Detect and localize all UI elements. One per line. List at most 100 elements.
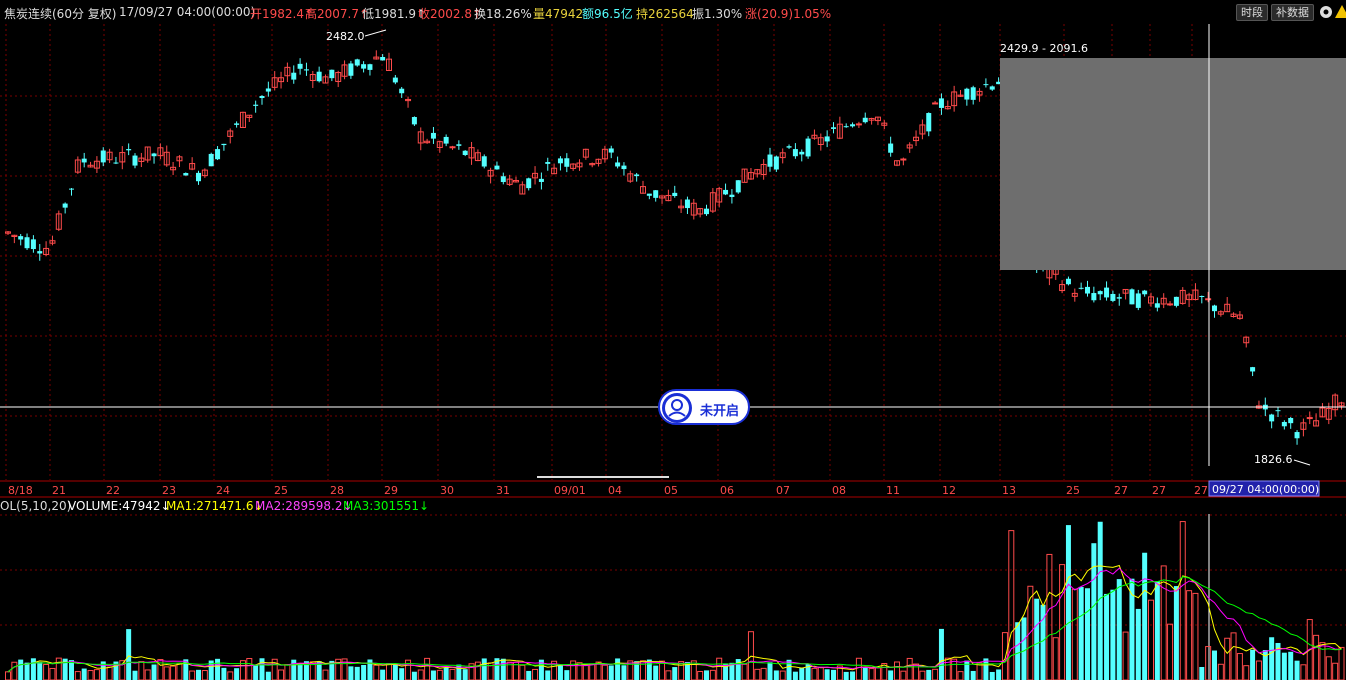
volume-bar-down (1154, 581, 1160, 680)
volume-bar-up (1046, 553, 1053, 680)
volume-bar-up (659, 660, 666, 680)
volume-bar-up (627, 660, 634, 680)
x-axis-tick-label: 25 (1066, 484, 1080, 497)
candle-body-down (1116, 297, 1122, 299)
volume-bar-up (11, 661, 18, 680)
candle-body-down (1135, 293, 1141, 308)
candle-body-down (81, 158, 87, 163)
candle-body-down (1142, 290, 1148, 295)
volume-bar-down (888, 670, 894, 680)
candle-body-down (1281, 421, 1287, 427)
candle-body-down (30, 239, 36, 250)
volume-bar-up (55, 657, 62, 680)
volume-current: VOLUME:47942↓ (68, 499, 171, 513)
candle-body-down (183, 173, 189, 176)
volume-bar-up (1332, 662, 1339, 680)
candle-body-down (1250, 367, 1256, 372)
volume-bar-down (621, 665, 627, 680)
volume-bar-down (792, 671, 798, 680)
candle-body-down (1212, 305, 1217, 312)
open-interest-value: 持262564 (636, 7, 694, 21)
volume-bar-down (462, 669, 468, 680)
volume-bar-up (1179, 521, 1186, 680)
quote-info-bar: 焦炭连续(60分 复权) 17/09/27 04:00(00:00) 开1982… (0, 0, 1346, 24)
volume-bar-up (246, 658, 253, 680)
candle-body-down (888, 143, 894, 153)
chart-canvas[interactable]: 8/18 21 22 23 24 25 28 29 30 31 09/01 04 05 06 07 08 11 1… (0, 0, 1346, 680)
candle-body-down (767, 154, 773, 167)
volume-bar-up (665, 670, 672, 680)
timeshare-button[interactable]: 时段 (1236, 4, 1268, 21)
volume-bar-down (1104, 593, 1110, 680)
candle-body-down (208, 153, 214, 167)
volume-bar-up (424, 657, 431, 680)
volume-bar-down (132, 670, 138, 680)
candle-body-down (62, 203, 68, 208)
volume-bar-up (43, 663, 50, 680)
low-value: 低1981.9↑ (362, 7, 427, 21)
volume-bar-up (1217, 663, 1224, 680)
volume-bar-up (811, 667, 818, 680)
candle-body-up (900, 158, 907, 161)
volume-bar-up (951, 658, 958, 680)
candle-body-down (259, 95, 265, 99)
volume-bar-down (1142, 552, 1148, 680)
volume-bar-down (354, 666, 360, 680)
volume-bar-down (672, 667, 678, 680)
candle-body-down (126, 149, 132, 151)
volume-bar-up (754, 668, 761, 680)
candle-body-down (831, 127, 836, 129)
volume-bar-down (564, 670, 570, 680)
warning-icon[interactable] (1334, 4, 1346, 20)
candle-body-down (303, 69, 309, 71)
candle-body-down (970, 87, 976, 100)
volume-bar-down (1078, 586, 1084, 680)
change-value: 涨(20.9)1.05% (745, 7, 832, 21)
high-marker: 2482.0 (326, 30, 365, 43)
volume-bar-down (1288, 651, 1294, 680)
volume-bar-down (1110, 589, 1116, 680)
amplitude-value: 振1.30% (692, 7, 743, 21)
candle-body-down (494, 165, 500, 170)
x-axis-tick-label: 13 (1002, 484, 1016, 497)
ma3-value: MA3:301551↓ (343, 499, 430, 513)
candle-body-down (704, 208, 709, 215)
candle-body-down (824, 136, 830, 142)
volume-bar-up (1243, 665, 1250, 680)
volume-bar-up (138, 661, 145, 680)
volume-bar-down (24, 662, 30, 680)
fill-data-button[interactable]: 补数据 (1271, 4, 1314, 21)
volume-bar-down (30, 658, 36, 680)
candle-body-down (411, 117, 417, 125)
volume-bar-down (767, 662, 773, 680)
volume-bar-up (1325, 656, 1332, 680)
volume-bar-down (1199, 667, 1205, 680)
not-enabled-badge[interactable]: 未开启 (658, 389, 750, 425)
volume-bar-up (919, 670, 926, 680)
candle-body-down (608, 148, 614, 153)
instrument-title: 焦炭连续(60分 复权) (4, 7, 117, 21)
x-axis-tick-label: 27 (1114, 484, 1128, 497)
candle-body-down (926, 113, 932, 132)
x-axis-tick-label: 25 (274, 484, 288, 497)
volume-bar-up (1148, 599, 1154, 680)
candle-body-down (1275, 410, 1281, 412)
candle-body-down (938, 98, 944, 108)
candle-body-up (1167, 303, 1174, 306)
volume-bar-up (1236, 653, 1243, 680)
candle-body-down (1078, 287, 1084, 289)
candle-body-down (805, 138, 811, 157)
volume-bar-up (1192, 592, 1199, 680)
volume-bar-up (906, 657, 913, 680)
volume-bar-down (1135, 608, 1141, 680)
candle-body-down (151, 153, 157, 157)
volume-bar-up (1052, 637, 1059, 680)
volume-bar-down (843, 671, 849, 680)
volume-bar-down (1212, 650, 1217, 680)
candle-body-down (1154, 303, 1160, 308)
gear-icon[interactable] (1318, 4, 1334, 20)
candle-body-down (634, 174, 640, 177)
volume-bar-down (399, 668, 405, 680)
volume-bar-up (227, 671, 234, 680)
volume-bar-up (74, 671, 81, 680)
